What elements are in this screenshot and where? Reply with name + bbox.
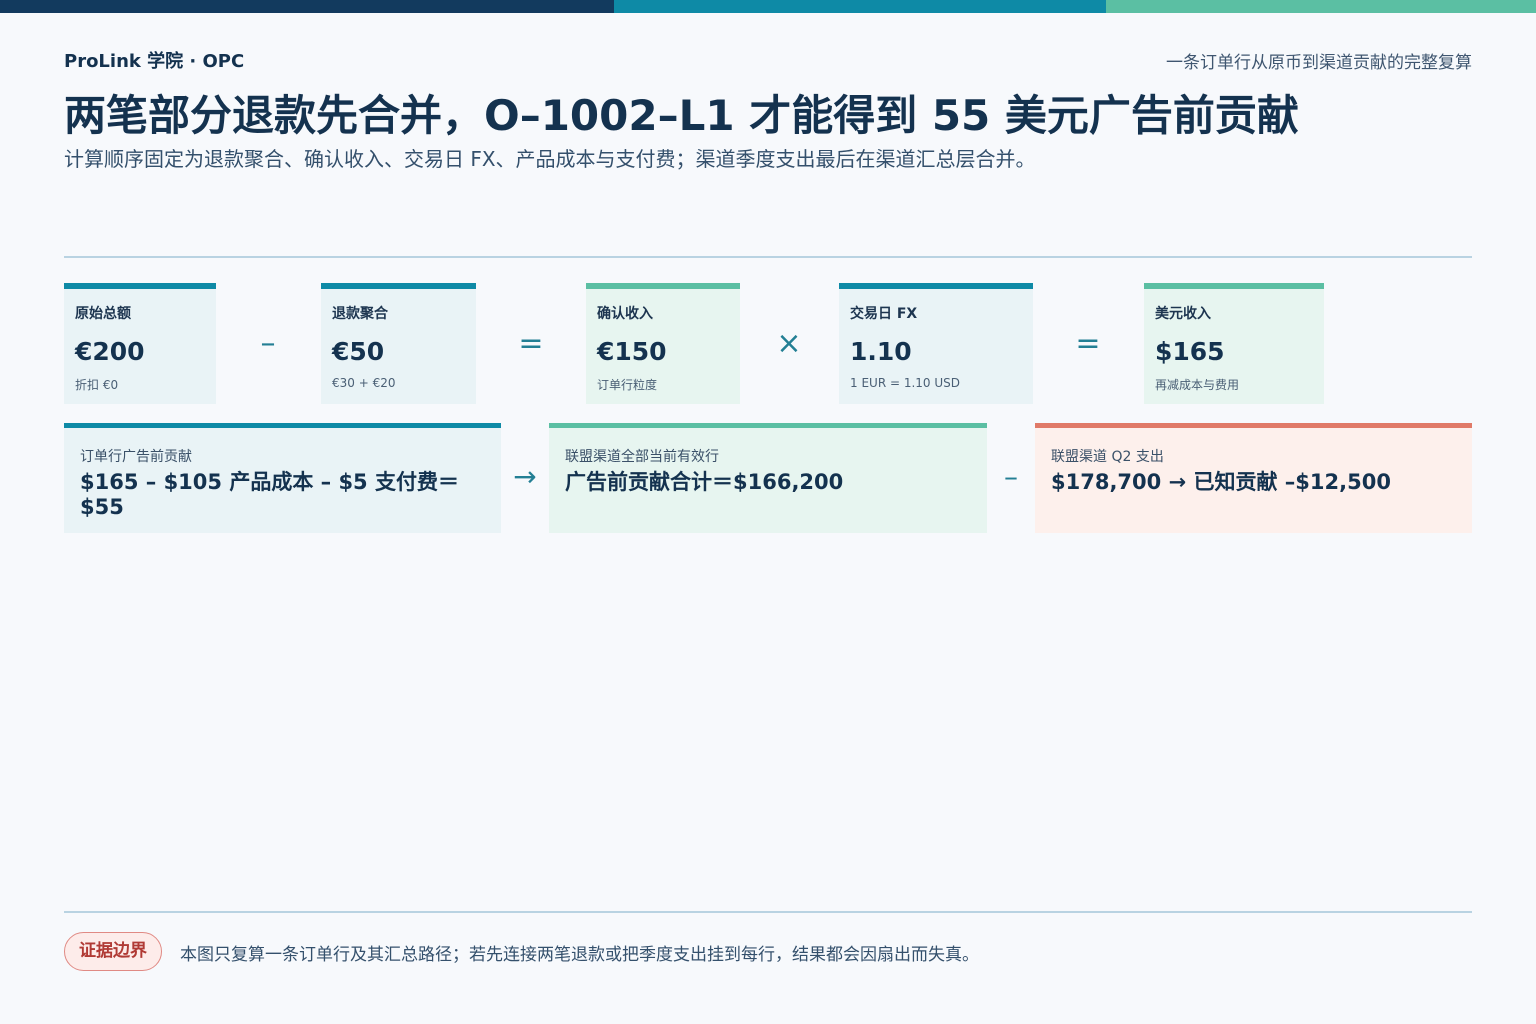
- brand-label: ProLink 学院 · OPC: [64, 51, 245, 72]
- card-label: 确认收入: [597, 306, 653, 322]
- card-trade-date-fx: 交易日 FX 1.10 1 EUR = 1.10 USD: [839, 283, 1033, 404]
- card-label: 订单行广告前贡献: [80, 449, 192, 465]
- card-label: 退款聚合: [332, 306, 388, 322]
- card-label: 交易日 FX: [850, 306, 918, 322]
- top-color-bar: [0, 0, 1536, 13]
- card-value: $165: [1155, 337, 1225, 366]
- card-label: 联盟渠道 Q2 支出: [1051, 449, 1164, 465]
- card-value: €150: [597, 337, 667, 366]
- operator-minus: –: [260, 326, 276, 361]
- card-note: 1 EUR = 1.10 USD: [850, 376, 961, 390]
- card-note: €30 + €20: [332, 376, 396, 390]
- evidence-boundary-badge: 证据边界: [64, 932, 162, 971]
- card-line-contribution: 订单行广告前贡献 $165 – $105 产品成本 – $5 支付费＝$55: [64, 423, 501, 533]
- card-original-total: 原始总额 €200 折扣 €0: [64, 283, 216, 404]
- card-label: 联盟渠道全部当前有效行: [565, 449, 719, 465]
- top-bar-teal-segment: [614, 0, 1106, 13]
- footer-note: 本图只复算一条订单行及其汇总路径；若先连接两笔退款或把季度支出挂到每行，结果都会…: [180, 945, 979, 965]
- card-usd-revenue: 美元收入 $165 再减成本与费用: [1144, 283, 1324, 404]
- card-channel-spend: 联盟渠道 Q2 支出 $178,700 → 已知贡献 –$12,500: [1035, 423, 1472, 533]
- card-value: €50: [332, 337, 385, 366]
- page-title: 两笔部分退款先合并，O–1002–L1 才能得到 55 美元广告前贡献: [64, 91, 1299, 140]
- card-value: 1.10: [850, 337, 912, 366]
- operator-equals: =: [518, 326, 544, 361]
- card-value: $165 – $105 产品成本 – $5 支付费＝$55: [80, 470, 459, 520]
- top-bar-mint-segment: [1106, 0, 1536, 13]
- operator-minus: –: [1004, 460, 1018, 493]
- card-note: 再减成本与费用: [1155, 378, 1240, 392]
- top-divider: [64, 256, 1472, 258]
- card-value: 广告前贡献合计＝$166,200: [565, 470, 844, 494]
- operator-arrow: →: [513, 460, 537, 493]
- top-bar-navy-segment: [0, 0, 614, 13]
- operator-multiply: ×: [776, 326, 802, 361]
- card-label: 原始总额: [75, 306, 131, 322]
- card-note: 订单行粒度: [597, 378, 658, 392]
- card-value: €200: [75, 337, 145, 366]
- card-note: 折扣 €0: [75, 378, 119, 392]
- card-label: 美元收入: [1155, 306, 1211, 322]
- bottom-divider: [64, 911, 1472, 913]
- operator-equals: =: [1075, 326, 1101, 361]
- card-recognized-revenue: 确认收入 €150 订单行粒度: [586, 283, 740, 404]
- card-channel-total: 联盟渠道全部当前有效行 广告前贡献合计＝$166,200: [549, 423, 987, 533]
- header-tagline: 一条订单行从原币到渠道贡献的完整复算: [1166, 53, 1472, 73]
- page-subtitle: 计算顺序固定为退款聚合、确认收入、交易日 FX、产品成本与支付费；渠道季度支出最…: [64, 147, 1036, 171]
- card-refund-aggregate: 退款聚合 €50 €30 + €20: [321, 283, 476, 404]
- card-value: $178,700 → 已知贡献 –$12,500: [1051, 470, 1391, 494]
